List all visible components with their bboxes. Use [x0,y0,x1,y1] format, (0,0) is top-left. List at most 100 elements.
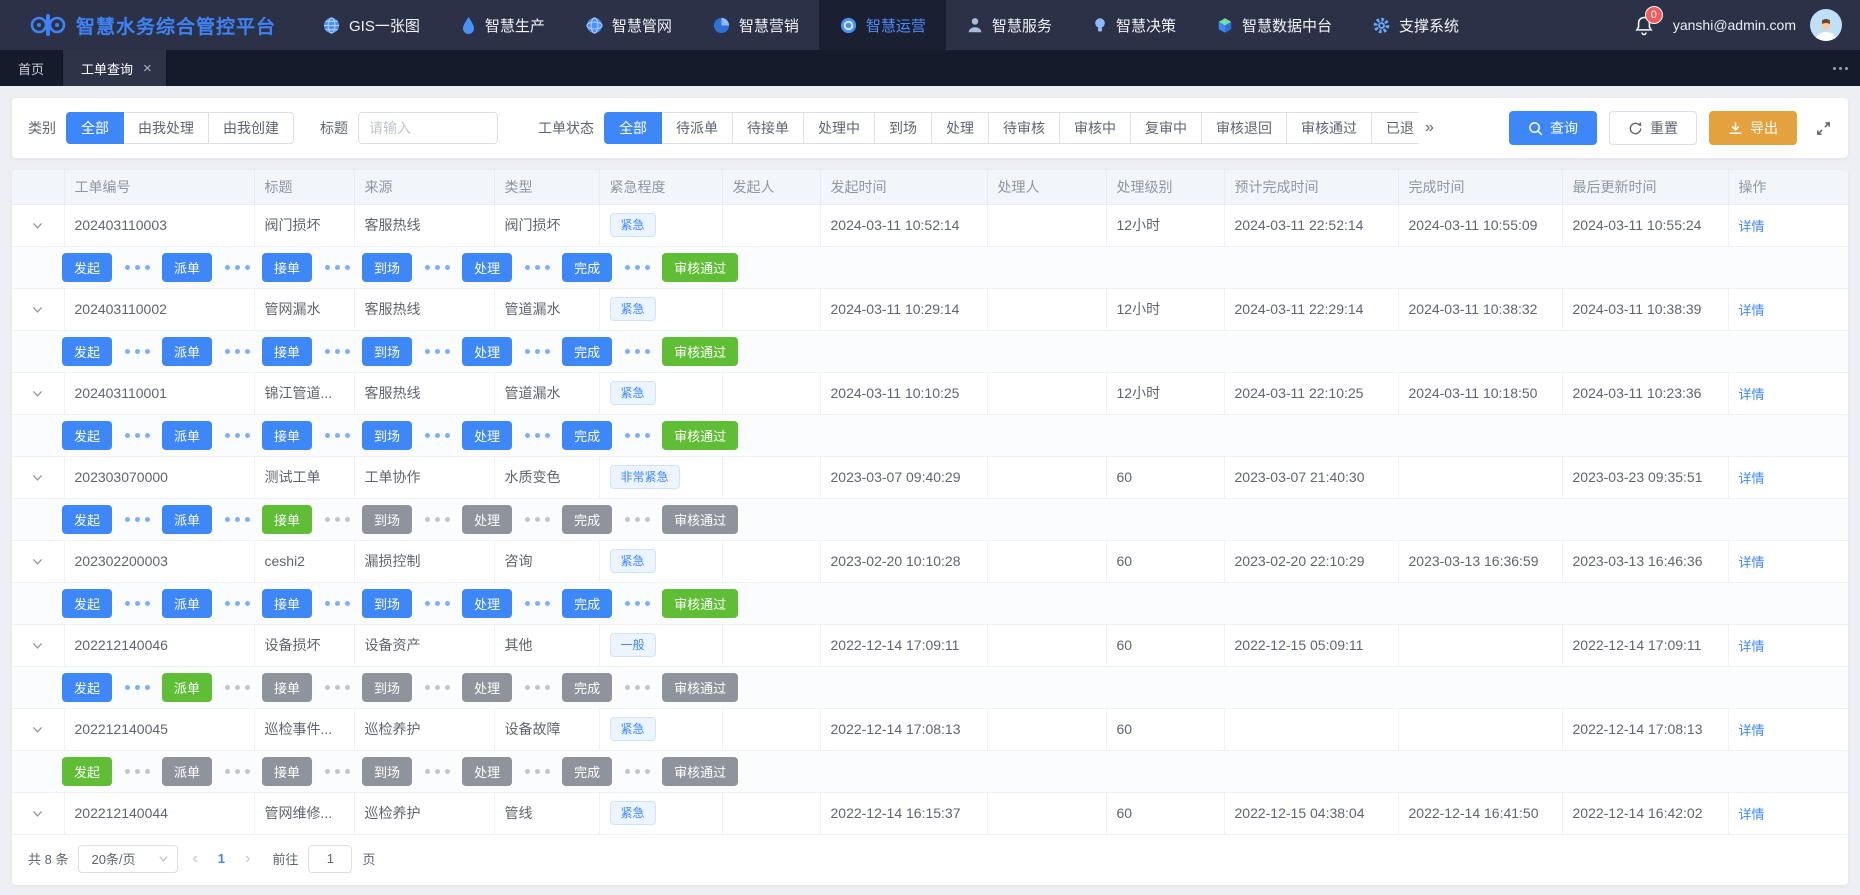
flow-step-badge: 派单 [162,337,212,366]
expand-row-icon[interactable] [22,639,54,652]
reset-button[interactable]: 重置 [1609,111,1697,145]
export-button-label: 导出 [1750,118,1778,138]
expand-row-icon[interactable] [22,555,54,568]
tab-more-icon[interactable] [1833,50,1848,86]
source-cell: 漏损控制 [354,540,494,582]
type-cell: 管道漏水 [494,288,599,330]
tab-home[interactable]: 首页 [0,50,63,86]
more-statuses-icon[interactable]: » [1425,119,1434,137]
main-menu: GIS一张图 智慧生产 智慧管网 智慧营销 智慧运营 [302,0,1479,50]
flow-step-badge: 发起 [62,589,112,618]
close-icon[interactable]: × [143,61,152,76]
prev-page-icon[interactable]: ‹ [188,850,201,868]
column-header: 发起人 [722,170,820,204]
fullscreen-icon[interactable] [1815,120,1832,137]
expand-row-icon[interactable] [22,303,54,316]
filter-actions: 查询 重置 导出 [1509,111,1832,145]
update-time-cell: 2024-03-11 10:55:24 [1562,204,1728,246]
expected-time-cell: 2024-03-11 22:52:14 [1224,204,1398,246]
expand-row-icon[interactable] [22,471,54,484]
flow-step-badge: 处理 [462,757,512,786]
category-option-0[interactable]: 全部 [66,112,124,144]
flow-step-badge: 处理 [462,337,512,366]
flow-dots-icon [422,517,452,522]
status-option-10[interactable]: 审核通过 [1286,112,1372,144]
flow-dots-icon [222,685,252,690]
flow-step-badge: 接单 [262,757,312,786]
order-no-cell: 202212140046 [64,624,254,666]
expand-row-icon[interactable] [22,219,54,232]
flow-step-badge: 派单 [162,589,212,618]
notification-bell-icon[interactable]: 0 [1629,10,1659,40]
title-input[interactable] [358,112,498,144]
level-cell: 12小时 [1106,204,1224,246]
action-cell: 详情 [1728,288,1848,330]
export-button[interactable]: 导出 [1709,111,1797,145]
flow-dots-icon [122,265,152,270]
chevron-down-icon [158,853,169,864]
table-row: 202403110001锦江管道...客服热线管道漏水紧急2024-03-11 … [12,372,1848,414]
handler-cell [987,792,1106,834]
expand-row-icon[interactable] [22,807,54,820]
nav-item-production[interactable]: 智慧生产 [440,0,565,50]
detail-link[interactable]: 详情 [1739,807,1765,822]
user-email[interactable]: yanshi@admin.com [1673,17,1796,33]
nav-item-support[interactable]: 支撑系统 [1352,0,1479,50]
category-option-1[interactable]: 由我处理 [123,112,209,144]
page-size-select[interactable]: 20条/页 [78,845,178,873]
status-option-11[interactable]: 已退 [1371,112,1419,144]
current-page[interactable]: 1 [212,851,231,866]
next-page-icon[interactable]: › [241,850,254,868]
expected-time-cell: 2024-03-11 22:29:14 [1224,288,1398,330]
nav-item-marketing[interactable]: 智慧营销 [692,0,819,50]
status-option-3[interactable]: 处理中 [803,112,875,144]
tab-work-order-query[interactable]: 工单查询 × [63,50,167,86]
detail-link[interactable]: 详情 [1739,303,1765,318]
nav-item-pipe-network[interactable]: 智慧管网 [565,0,692,50]
status-option-8[interactable]: 复审中 [1130,112,1202,144]
search-button[interactable]: 查询 [1509,111,1597,145]
expand-cell [12,456,64,498]
initiator-cell [722,456,820,498]
nav-item-operation[interactable]: 智慧运营 [819,0,946,50]
flow-step-badge: 审核通过 [662,421,738,450]
detail-link[interactable]: 详情 [1739,723,1765,738]
expand-row-icon[interactable] [22,387,54,400]
status-option-2[interactable]: 待接单 [732,112,804,144]
status-option-5[interactable]: 处理 [931,112,989,144]
flow-dots-icon [222,517,252,522]
work-order-table: 工单编号标题来源类型紧急程度发起人发起时间处理人处理级别预计完成时间完成时间最后… [12,170,1848,835]
status-option-4[interactable]: 到场 [874,112,932,144]
detail-link[interactable]: 详情 [1739,639,1765,654]
nav-item-data-platform[interactable]: 智慧数据中台 [1196,0,1352,50]
status-option-7[interactable]: 审核中 [1059,112,1131,144]
flow-step-badge: 处理 [462,505,512,534]
flow-dots-icon [122,517,152,522]
expand-row-icon[interactable] [22,723,54,736]
detail-link[interactable]: 详情 [1739,471,1765,486]
detail-link[interactable]: 详情 [1739,555,1765,570]
goto-page-input[interactable] [308,845,352,873]
urgency-cell: 紧急 [599,708,722,750]
urgency-badge: 紧急 [610,549,656,573]
flow-dots-icon [622,769,652,774]
pagination: 共 8 条 20条/页 ‹ 1 › 前往 页 [12,835,1848,885]
nav-label: 支撑系统 [1399,15,1459,36]
nav-item-decision[interactable]: 智慧决策 [1072,0,1196,50]
status-option-9[interactable]: 审核退回 [1201,112,1287,144]
status-option-0[interactable]: 全部 [604,112,662,144]
flow-dots-icon [322,685,352,690]
status-option-6[interactable]: 待审核 [988,112,1060,144]
start-time-cell: 2022-12-14 17:08:13 [820,708,987,750]
flow-step-badge: 发起 [62,505,112,534]
avatar[interactable] [1810,9,1842,41]
page-suffix: 页 [362,849,375,868]
nav-item-gis[interactable]: GIS一张图 [302,0,440,50]
flow-step-badge: 审核通过 [662,253,738,282]
category-option-2[interactable]: 由我创建 [208,112,294,144]
type-cell: 其他 [494,624,599,666]
nav-item-service[interactable]: 智慧服务 [946,0,1072,50]
detail-link[interactable]: 详情 [1739,387,1765,402]
detail-link[interactable]: 详情 [1739,219,1765,234]
status-option-1[interactable]: 待派单 [661,112,733,144]
